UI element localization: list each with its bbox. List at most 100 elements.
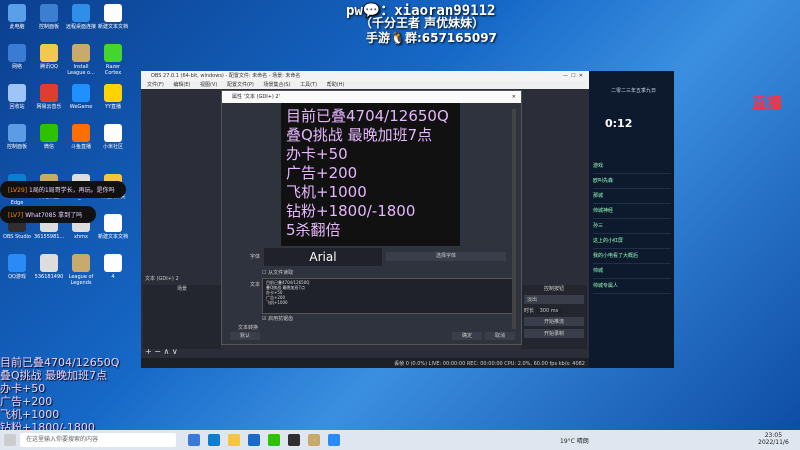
antialias-label: 启用抗锯齿 xyxy=(268,316,294,322)
app-icon xyxy=(72,124,90,142)
close-icon[interactable]: ✕ xyxy=(512,91,516,103)
lol-icon[interactable] xyxy=(308,434,320,446)
panel-timer: 0:12 xyxy=(605,117,633,130)
app-icon xyxy=(40,254,58,272)
overlay-line: 叠Q挑战 最晚加班7点 xyxy=(0,369,108,382)
taskview-icon[interactable] xyxy=(188,434,200,446)
desktop-icon[interactable]: 腾讯QQ xyxy=(34,44,64,70)
panel-list-item[interactable]: 那城 xyxy=(593,189,671,204)
desktop-icon-label: 网络 xyxy=(11,64,22,70)
desktop-icon[interactable]: 新建文本文档 xyxy=(98,214,128,240)
defaults-button[interactable]: 默认 xyxy=(230,332,260,340)
start-record-button[interactable]: 开始录制 xyxy=(524,329,584,338)
chat-text: What7085 拿到了吗 xyxy=(25,212,83,219)
store-icon[interactable] xyxy=(248,434,260,446)
menu-profile[interactable]: 配置文件(P) xyxy=(227,82,254,88)
edge-icon[interactable] xyxy=(208,434,220,446)
menu-tools[interactable]: 工具(T) xyxy=(300,82,317,88)
panel-list-item[interactable]: 这上的小红屏 xyxy=(593,234,671,249)
select-font-button[interactable]: 选择字体 xyxy=(386,252,506,261)
desktop-icon[interactable]: League of Legends xyxy=(66,254,96,286)
app-icon xyxy=(40,4,58,22)
panel-list-item[interactable]: 我的小电看了大概后 xyxy=(593,249,671,264)
source-label: 文本 (GDI+) 2 xyxy=(145,276,179,282)
start-icon[interactable] xyxy=(4,434,16,446)
chat-bubble: [LV29] 1局的1局哥学长，再玩。是你吗 xyxy=(0,181,126,198)
panel-list-item[interactable]: 帅城 xyxy=(593,264,671,279)
window-controls[interactable]: — ☐ ✕ xyxy=(563,71,583,81)
scene-toolbar[interactable]: + − ∧ ∨ xyxy=(145,347,178,356)
desktop-icon[interactable]: 536181490 xyxy=(34,254,64,280)
qq-icon[interactable] xyxy=(328,434,340,446)
taskbar: 在这里输入你要搜索的内容 19°C 晴朗 23:05 2022/11/6 xyxy=(0,430,800,450)
desktop-icon-label: 新建文本文档 xyxy=(98,24,129,30)
menu-scene-collection[interactable]: 场景集合(S) xyxy=(263,82,290,88)
clock[interactable]: 23:05 2022/11/6 xyxy=(758,432,789,446)
desktop-icon[interactable]: 控制面板 xyxy=(2,124,32,150)
cancel-button[interactable]: 取消 xyxy=(485,332,515,340)
desktop-icon[interactable]: 微信 xyxy=(34,124,64,150)
menu-edit[interactable]: 编辑(E) xyxy=(173,82,190,88)
start-stream-button[interactable]: 开始推流 xyxy=(524,317,584,326)
desktop-icon[interactable]: Razer Cortex xyxy=(98,44,128,76)
desktop-icon-label: Razer Cortex xyxy=(104,64,122,76)
desktop-icon[interactable]: 控制面板 xyxy=(34,4,64,30)
panel-list-item[interactable]: 帅城神经 xyxy=(593,204,671,219)
desktop-icon-label: 网易云音乐 xyxy=(36,104,62,110)
desktop-icon[interactable]: 网易云音乐 xyxy=(34,84,64,110)
overlay-line: 目前已叠4704/12650Q xyxy=(0,356,120,369)
desktop-icon-label: QQ游戏 xyxy=(8,274,26,280)
controls-panel: 控制按钮 淡出 时长 300 ms 开始推流 开始录制 xyxy=(521,285,587,349)
overlay-line: 办卡+50 xyxy=(0,382,46,395)
desktop-icon[interactable]: 此电脑 xyxy=(2,4,32,30)
menu-file[interactable]: 文件(F) xyxy=(147,82,164,88)
obs-menubar: 文件(F) 编辑(E) 视图(V) 配置文件(P) 场景集合(S) 工具(T) … xyxy=(141,81,589,89)
menu-view[interactable]: 视图(V) xyxy=(200,82,217,88)
panel-list-item[interactable]: 帅城专属人 xyxy=(593,279,671,294)
app-icon xyxy=(8,44,26,62)
overlay-line: 广告+200 xyxy=(0,395,53,408)
app-icon xyxy=(104,4,122,22)
app-icon xyxy=(40,44,58,62)
desktop-icon[interactable]: YY直播 xyxy=(98,84,128,110)
app-icon xyxy=(72,44,90,62)
desktop-icon-label: 控制面板 xyxy=(6,144,27,150)
obs-icon[interactable] xyxy=(288,434,300,446)
desktop-icon[interactable]: 远程桌面连接 xyxy=(66,4,96,30)
desktop-icon[interactable]: QQ游戏 xyxy=(2,254,32,280)
duration-input[interactable]: 300 ms xyxy=(535,308,563,314)
scrollbar[interactable] xyxy=(512,109,516,329)
text-area[interactable]: 目前已叠4704/12650Q 叠Q挑战 最晚加班7点 办卡+50 广告+200… xyxy=(262,278,514,314)
weather: 19°C 晴朗 xyxy=(560,438,589,445)
app-icon xyxy=(72,84,90,102)
desktop-icon[interactable]: 斗鱼直播 xyxy=(66,124,96,150)
panel-list-item[interactable]: 孙三 xyxy=(593,219,671,234)
app-icon xyxy=(8,4,26,22)
app-icon xyxy=(104,84,122,102)
ok-button[interactable]: 确定 xyxy=(452,332,482,340)
clock-date: 2022/11/6 xyxy=(758,439,789,446)
desktop-icon-label: League of Legends xyxy=(68,274,94,286)
explorer-icon[interactable] xyxy=(228,434,240,446)
wechat-icon[interactable] xyxy=(268,434,280,446)
antialias-checkbox[interactable]: ☑ 启用抗锯齿 xyxy=(262,315,293,322)
desktop-icon[interactable]: 小米社区 xyxy=(98,124,128,150)
from-file-checkbox[interactable]: ☐ 从文件读取 xyxy=(262,269,293,276)
desktop-icon[interactable]: WeGame xyxy=(66,84,96,110)
app-icon xyxy=(40,124,58,142)
panel-list: 游戏 欧叫先森 那城 帅城神经 孙三 这上的小红屏 我的小电看了大概后 帅城 帅城专属人 xyxy=(593,159,671,294)
direction-label: 文本转换 xyxy=(238,325,259,331)
panel-list-item[interactable]: 欧叫先森 xyxy=(593,174,671,189)
duration-row: 时长 300 ms xyxy=(524,307,584,314)
search-input[interactable]: 在这里输入你要搜索的内容 xyxy=(20,433,176,447)
menu-help[interactable]: 帮助(H) xyxy=(327,82,345,88)
desktop-icon-label: 536181490 xyxy=(34,274,64,280)
desktop-icon[interactable]: 回收站 xyxy=(2,84,32,110)
panel-list-item[interactable]: 游戏 xyxy=(593,159,671,174)
transition-select[interactable]: 淡出 xyxy=(524,295,584,304)
desktop-icon[interactable]: 新建文本文档 xyxy=(98,4,128,30)
desktop-icon-label: WeGame xyxy=(69,104,93,110)
desktop-icon[interactable]: Install League o... xyxy=(66,44,96,76)
desktop-icon[interactable]: 4 xyxy=(98,254,128,280)
desktop-icon[interactable]: 网络 xyxy=(2,44,32,70)
